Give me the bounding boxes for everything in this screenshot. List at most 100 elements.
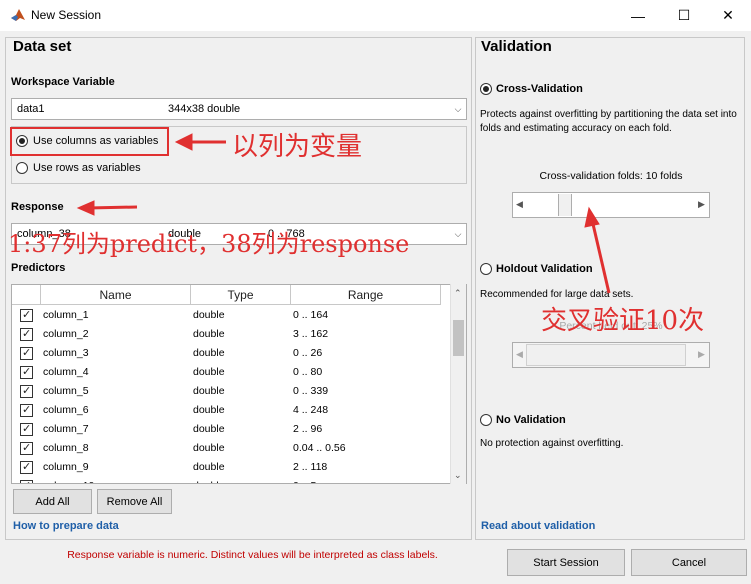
no-validation-desc: No protection against overfitting. [480,438,624,449]
use-columns-radio[interactable]: Use columns as variables [16,135,158,147]
checkbox-icon[interactable] [20,308,33,322]
slider-thumb[interactable] [526,344,686,366]
cv-folds-slider[interactable]: ◀ ▶ [512,192,710,218]
scroll-thumb[interactable] [453,320,464,356]
header-name[interactable]: Name [41,285,191,305]
cell-name: column_9 [43,461,89,473]
variable-name: data1 [17,103,45,115]
variable-size: 344x38 double [168,103,241,115]
annotation-cv-folds: 交叉验证10次 [541,306,705,336]
slider-thumb[interactable] [558,194,573,216]
checkbox-icon[interactable] [20,365,33,379]
predictors-label: Predictors [11,262,66,274]
holdout-slider[interactable]: ◀ ▶ [512,342,710,368]
table-row[interactable]: column_2 double 3 .. 162 [12,325,452,344]
radio-icon [480,414,492,426]
checkbox-icon[interactable] [20,327,33,341]
checkbox-icon[interactable] [20,441,33,455]
checkbox-icon[interactable] [20,403,33,417]
no-validation-label: No Validation [496,414,566,426]
slider-right-icon[interactable]: ▶ [698,199,705,210]
cv-folds-label: Cross-validation folds: 10 folds [539,170,683,182]
checkbox-icon[interactable] [20,479,33,483]
cell-name: column_5 [43,385,89,397]
checkbox-icon[interactable] [20,422,33,436]
header-type[interactable]: Type [191,285,291,305]
annotation-predict-response: 1:37列为predict，38列为response [8,230,410,258]
minimize-button[interactable]: — [615,0,661,31]
table-row[interactable]: column_4 double 0 .. 80 [12,363,452,382]
cell-name: column_10 [43,480,94,483]
window-title: New Session [31,8,102,22]
workspace-variable-label: Workspace Variable [11,76,115,88]
minimize-icon: — [631,7,645,24]
chevron-down-icon: ⌵ [454,103,462,114]
close-button[interactable]: ✕ [705,0,751,31]
start-session-button[interactable]: Start Session [507,549,625,576]
cell-range: 0 .. 80 [293,366,323,378]
chevron-down-icon: ⌵ [454,228,462,239]
radio-icon [480,263,492,275]
use-rows-radio[interactable]: Use rows as variables [16,162,141,174]
cell-range: 4 .. 248 [293,404,329,416]
checkbox-icon[interactable] [20,460,33,474]
cell-range: 0 .. 26 [293,347,323,359]
cell-type: double [193,461,225,473]
cell-range: 0 .. 164 [293,309,329,321]
remove-all-button[interactable]: Remove All [97,489,172,514]
scroll-down-icon[interactable]: ⌄ [454,470,462,481]
validation-title: Validation [481,38,552,55]
radio-icon [16,162,28,174]
checkbox-icon[interactable] [20,384,33,398]
header-range[interactable]: Range [291,285,441,305]
cell-type: double [193,328,225,340]
table-row[interactable]: column_10 double 0 .. 5 [12,477,452,483]
table-row[interactable]: column_9 double 2 .. 118 [12,458,452,477]
cell-type: double [193,366,225,378]
cell-type: double [193,480,225,483]
table-row[interactable]: column_3 double 0 .. 26 [12,344,452,363]
cancel-button[interactable]: Cancel [631,549,747,576]
slider-right-icon[interactable]: ▶ [698,349,705,360]
table-row[interactable]: column_7 double 2 .. 96 [12,420,452,439]
no-validation-radio[interactable]: No Validation [480,414,566,426]
status-message: Response variable is numeric. Distinct v… [67,549,438,561]
cross-validation-desc: Protects against overfitting by partitio… [480,109,737,134]
maximize-button[interactable]: ☐ [661,0,707,31]
cell-name: column_3 [43,347,89,359]
predictors-table[interactable]: Name Type Range column_1double0 .. 164co… [11,284,467,484]
add-all-button[interactable]: Add All [13,489,92,514]
cell-name: column_4 [43,366,89,378]
slider-left-icon[interactable]: ◀ [516,349,523,360]
matlab-logo-icon [11,9,25,21]
holdout-desc: Recommended for large data sets. [480,289,634,300]
cell-type: double [193,309,225,321]
cell-range: 3 .. 162 [293,328,329,340]
radio-icon [480,83,492,95]
predictors-scrollbar[interactable]: ⌃ ⌄ [450,284,466,484]
use-rows-label: Use rows as variables [33,162,141,174]
table-row[interactable]: column_6 double 4 .. 248 [12,401,452,420]
cell-range: 0 .. 5 [293,480,316,483]
table-row[interactable]: column_8 double 0.04 .. 0.56 [12,439,452,458]
workspace-variable-select[interactable]: data1 344x38 double ⌵ [11,98,467,120]
cross-validation-radio[interactable]: Cross-Validation [480,83,583,95]
read-about-validation-link[interactable]: Read about validation [481,520,595,532]
cross-validation-label: Cross-Validation [496,83,583,95]
table-row[interactable]: column_1 double 0 .. 164 [12,306,452,325]
response-label: Response [11,201,64,213]
checkbox-icon[interactable] [20,346,33,360]
header-check-col [12,285,41,305]
cell-type: double [193,347,225,359]
how-to-prepare-data-link[interactable]: How to prepare data [13,520,119,532]
use-columns-label: Use columns as variables [33,135,159,147]
slider-left-icon[interactable]: ◀ [516,199,523,210]
cell-name: column_7 [43,423,89,435]
cell-type: double [193,404,225,416]
table-row[interactable]: column_5 double 0 .. 339 [12,382,452,401]
holdout-validation-radio[interactable]: Holdout Validation [480,263,593,275]
scroll-up-icon[interactable]: ⌃ [454,288,462,299]
cell-name: column_2 [43,328,89,340]
radio-icon [16,135,28,147]
cell-range: 2 .. 118 [293,461,328,473]
